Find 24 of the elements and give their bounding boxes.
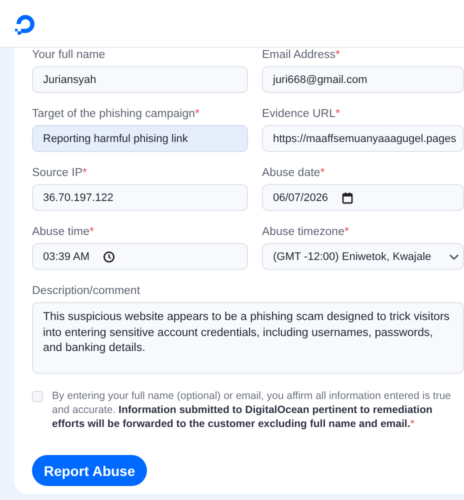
field-label: Source IP*: [32, 166, 88, 180]
input-field[interactable]: juri668@gmail.com: [262, 66, 464, 93]
time-field[interactable]: 03:39 AM: [32, 243, 248, 270]
field-label: Target of the phishing campaign*: [32, 107, 201, 121]
input-field[interactable]: Reporting harmful phising link: [32, 125, 248, 152]
clock-icon[interactable]: [103, 250, 116, 262]
input-field[interactable]: 36.70.197.122: [32, 184, 248, 211]
field-label: Description/comment: [32, 284, 142, 298]
field-label: Your full name: [32, 48, 106, 62]
checkbox[interactable]: [32, 391, 43, 402]
field-label: Abuse date*: [262, 166, 326, 180]
chevron-down-icon[interactable]: [449, 254, 459, 260]
input-field[interactable]: https://maaffsemuanyaaagugel.pages: [262, 125, 464, 152]
calendar-icon[interactable]: [342, 192, 354, 204]
field-label: Email Address*: [262, 48, 341, 62]
field-label: Evidence URL*: [262, 107, 341, 121]
text-area[interactable]: This suspicious website appears to be a phishing scam designed to trick visitors into entering sensitive account credentials, including usernames, passwords, and banking details.: [32, 302, 464, 374]
consent-text: By entering your full name (optional) or email, you affirm all information entered is true and accurate. Information submitted to DigitalOcean pertinent to remediation efforts will be forwarded to the customer excluding full name and email.*: [52, 389, 452, 431]
report-abuse-button[interactable]: Report Abuse: [32, 455, 147, 486]
dropdown[interactable]: (GMT -12:00) Eniwetok, Kwajale: [262, 243, 464, 270]
field-label: Abuse timezone*: [262, 225, 350, 239]
field-label: Abuse time*: [32, 225, 96, 239]
input-field[interactable]: Juriansyah: [32, 66, 248, 93]
date-field[interactable]: 06/07/2026: [262, 184, 464, 211]
